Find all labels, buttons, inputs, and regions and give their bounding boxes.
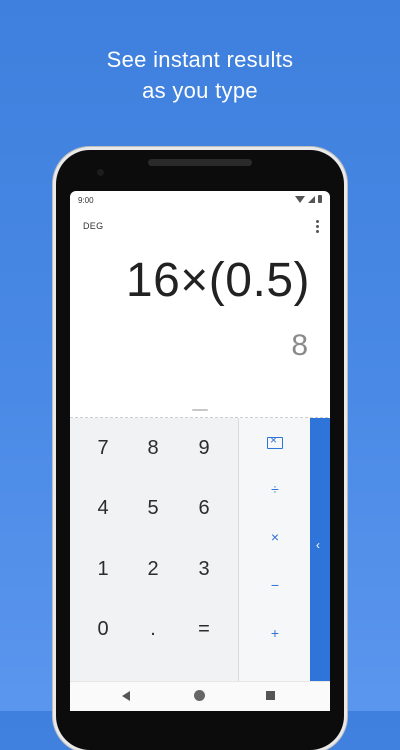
key-3[interactable]: 3 [179,544,229,594]
key-9[interactable]: 9 [179,423,229,473]
phone-frame: 9:00 DEG 16×(0.5) 8 7 8 9 4 5 6 1 2 3 0 … [56,150,344,750]
headline: See instant results as you type [0,44,400,106]
multiply-button[interactable]: × [239,512,311,562]
home-icon[interactable] [194,690,205,701]
wifi-icon [295,195,305,203]
backspace-icon [267,433,283,449]
number-keypad: 7 8 9 4 5 6 1 2 3 0 . = [70,418,238,681]
key-5[interactable]: 5 [128,483,178,533]
result-preview: 8 [291,329,308,362]
divide-button[interactable]: ÷ [239,464,311,514]
key-decimal[interactable]: . [128,604,178,654]
status-bar: 9:00 [70,191,330,209]
key-2[interactable]: 2 [128,544,178,594]
phone-screen: 9:00 DEG 16×(0.5) 8 7 8 9 4 5 6 1 2 3 0 … [70,191,330,711]
key-equals[interactable]: = [179,604,229,654]
battery-icon [318,195,322,203]
key-7[interactable]: 7 [78,423,128,473]
key-1[interactable]: 1 [78,544,128,594]
backspace-button[interactable] [239,418,311,468]
operator-column: ÷ × − + [238,418,311,681]
key-6[interactable]: 6 [179,483,229,533]
angle-mode-label[interactable]: DEG [83,221,103,231]
advanced-panel-toggle[interactable]: ‹ [310,418,330,681]
chevron-left-icon: ‹ [316,538,320,552]
navigation-bar [70,681,330,711]
speaker-grille [148,159,252,166]
overflow-menu-icon[interactable] [316,219,320,235]
drag-handle[interactable] [192,409,208,411]
status-icons [295,195,322,203]
subtract-button[interactable]: − [239,560,311,610]
key-8[interactable]: 8 [128,423,178,473]
signal-icon [308,195,315,203]
status-time: 9:00 [78,196,94,205]
expression-display: 16×(0.5) [125,254,310,307]
recents-icon[interactable] [266,691,275,700]
add-button[interactable]: + [239,608,311,658]
back-icon[interactable] [122,691,130,701]
front-camera [97,169,104,176]
headline-line-1: See instant results [106,47,294,72]
headline-line-2: as you type [142,78,258,103]
key-0[interactable]: 0 [78,604,128,654]
key-4[interactable]: 4 [78,483,128,533]
